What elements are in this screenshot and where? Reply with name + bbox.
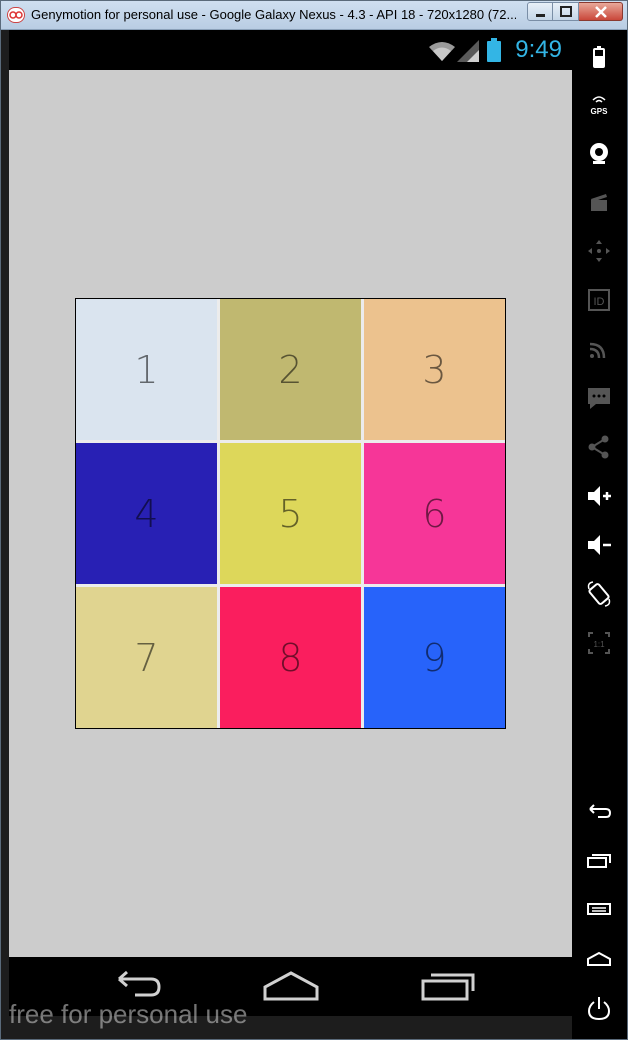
device-id-widget-icon[interactable]: ID [584, 285, 614, 315]
volume-down-icon[interactable] [584, 530, 614, 560]
grid-cell-4[interactable]: 4 [76, 443, 217, 584]
sms-widget-icon[interactable] [584, 383, 614, 413]
signal-icon [457, 40, 479, 66]
recents-nav-icon[interactable] [419, 969, 479, 1007]
pixel-perfect-icon[interactable]: 1:1 [584, 628, 614, 658]
device-screen: 9:49 1 2 3 4 5 6 7 8 9 [9, 30, 572, 1016]
window-title: Genymotion for personal use - Google Gal… [31, 7, 516, 22]
cell-label: 3 [422, 347, 447, 392]
cell-label: 4 [134, 491, 159, 536]
grid-cell-5[interactable]: 5 [220, 443, 361, 584]
rotate-screen-icon[interactable] [584, 579, 614, 609]
emulator-window: Genymotion for personal use - Google Gal… [0, 0, 628, 1040]
minimize-button[interactable] [527, 2, 553, 21]
close-button[interactable] [579, 2, 623, 21]
cell-label: 5 [278, 491, 303, 536]
gps-widget-icon[interactable]: GPS [584, 90, 614, 120]
genymotion-logo-icon [7, 7, 25, 23]
grid-cell-3[interactable]: 3 [364, 299, 505, 440]
home-button-icon[interactable] [584, 944, 614, 974]
grid-cell-9[interactable]: 9 [364, 587, 505, 728]
dpad-widget-icon[interactable] [584, 236, 614, 266]
title-bar[interactable]: Genymotion for personal use - Google Gal… [1, 1, 627, 30]
cell-label: 1 [134, 347, 159, 392]
cell-label: 9 [422, 635, 447, 680]
grid-cell-7[interactable]: 7 [76, 587, 217, 728]
menu-icon[interactable] [584, 895, 614, 925]
grid-cell-2[interactable]: 2 [220, 299, 361, 440]
battery-widget-icon[interactable] [584, 42, 614, 72]
id-label: ID [594, 296, 605, 308]
battery-icon [487, 38, 501, 66]
cell-label: 2 [278, 347, 303, 392]
cast-widget-icon[interactable] [584, 334, 614, 364]
recent-apps-icon[interactable] [584, 846, 614, 876]
status-bar: 9:49 [9, 30, 572, 70]
maximize-button[interactable] [553, 2, 579, 21]
emulator-toolbar: GPS ID 1:1 [572, 30, 627, 1039]
cell-label: 8 [278, 635, 303, 680]
wifi-icon [427, 39, 457, 67]
grid-cell-1[interactable]: 1 [76, 299, 217, 440]
gps-label: GPS [591, 107, 609, 116]
home-nav-icon[interactable] [261, 969, 321, 1007]
back-button-icon[interactable] [584, 797, 614, 827]
watermark: free for personal use [9, 999, 248, 1029]
cell-label: 7 [134, 635, 159, 680]
volume-up-icon[interactable] [584, 481, 614, 511]
capture-widget-icon[interactable] [584, 187, 614, 217]
status-clock: 9:49 [515, 36, 562, 63]
cell-label: 6 [422, 491, 447, 536]
app-content: 1 2 3 4 5 6 7 8 9 [9, 70, 572, 957]
share-widget-icon[interactable] [584, 432, 614, 462]
color-grid: 1 2 3 4 5 6 7 8 9 [75, 298, 506, 729]
camera-widget-icon[interactable] [584, 138, 614, 168]
grid-cell-6[interactable]: 6 [364, 443, 505, 584]
power-icon[interactable] [584, 993, 614, 1023]
scale-label: 1:1 [593, 640, 605, 649]
grid-cell-8[interactable]: 8 [220, 587, 361, 728]
